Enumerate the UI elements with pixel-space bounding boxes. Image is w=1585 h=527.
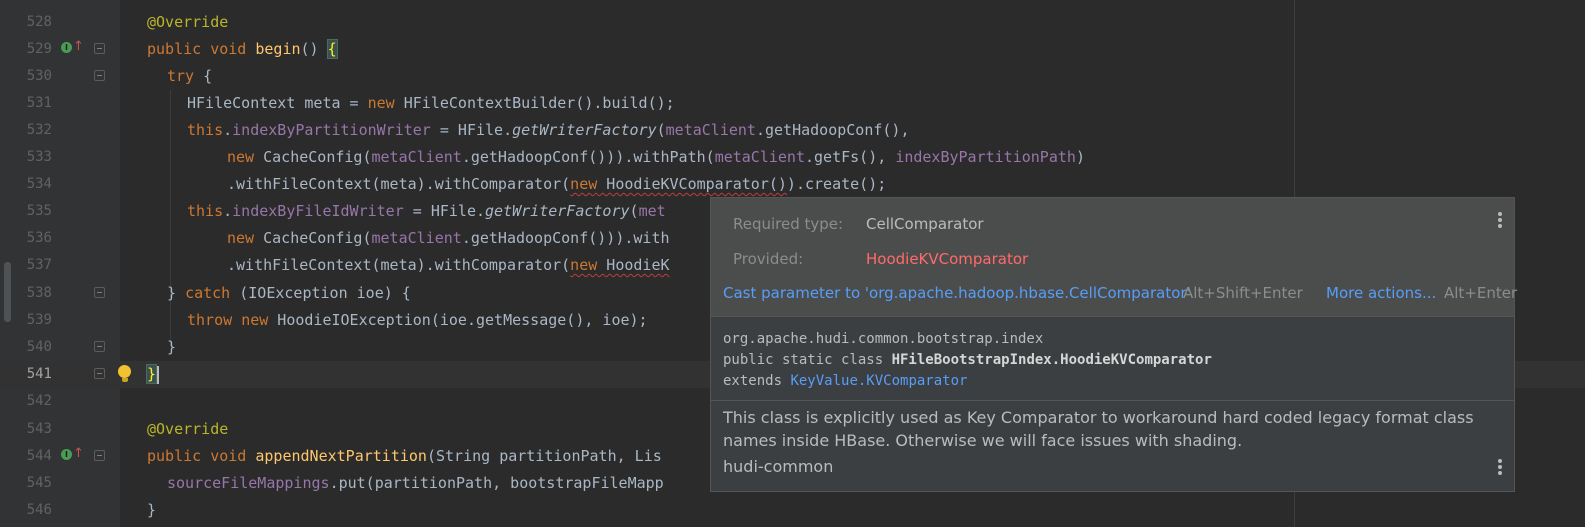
error-highlight: new HoodieK <box>570 256 670 274</box>
more-actions-link[interactable]: More actions... <box>1326 284 1436 302</box>
fold-toggle-icon[interactable] <box>94 368 105 379</box>
type-mismatch-section: Required type: CellComparator HoodieKVCo… <box>711 198 1518 317</box>
divider <box>711 400 1514 401</box>
line-number: 546 <box>26 502 52 518</box>
code-text[interactable]: this.indexByFileIdWriter = HFile.getWrit… <box>187 198 666 225</box>
more-actions-shortcut: Alt+Enter <box>1444 284 1518 302</box>
line-number: 532 <box>26 122 52 138</box>
line-number: 530 <box>26 68 52 84</box>
code-line[interactable]: 533 new CacheConfig(metaClient.getHadoop… <box>0 144 1585 171</box>
implements-method-icon[interactable]: I <box>61 449 72 460</box>
line-number: 538 <box>26 285 52 301</box>
line-number: 541 <box>26 366 52 382</box>
code-text[interactable]: public void begin() { <box>147 36 338 63</box>
line-number: 534 <box>26 176 52 192</box>
line-number: 543 <box>26 421 52 437</box>
fold-toggle-icon[interactable] <box>94 450 105 461</box>
class-name: HFileBootstrapIndex.HoodieKVComparator <box>891 352 1212 368</box>
code-line[interactable]: 546 } <box>0 497 1585 524</box>
code-text[interactable]: .withFileContext(meta).withComparator(ne… <box>227 171 886 198</box>
documentation-description: This class is explicitly used as Key Com… <box>723 408 1474 450</box>
lightbulb-intention-icon[interactable] <box>118 365 131 382</box>
required-type-value: CellComparator <box>866 215 984 233</box>
cast-shortcut: Alt+Shift+Enter <box>1183 284 1303 302</box>
override-arrow-icon[interactable]: ↑ <box>73 446 84 462</box>
fold-toggle-icon[interactable] <box>94 43 105 54</box>
code-text[interactable]: } catch (IOException ioe) { <box>167 280 411 307</box>
module-name: hudi-common <box>723 457 834 476</box>
code-text[interactable]: throw new HoodieIOException(ioe.getMessa… <box>187 307 648 334</box>
cast-parameter-action[interactable]: Cast parameter to 'org.apache.hadoop.hba… <box>723 284 1191 302</box>
documentation-signature: org.apache.hudi.common.bootstrap.index p… <box>723 331 1212 389</box>
line-number: 535 <box>26 203 52 219</box>
provided-type-label: Provided: <box>733 250 804 268</box>
provided-type-value: HoodieKVComparator <box>866 250 1029 268</box>
line-number: 539 <box>26 312 52 328</box>
fold-toggle-icon[interactable] <box>94 341 105 352</box>
code-text[interactable]: public void appendNextPartition(String p… <box>147 443 662 470</box>
doc-options-icon[interactable] <box>1498 459 1502 477</box>
line-number: 540 <box>26 339 52 355</box>
fold-toggle-icon[interactable] <box>94 287 105 298</box>
code-line[interactable]: 528 @Override <box>0 9 1585 36</box>
more-options-icon[interactable] <box>1498 212 1502 230</box>
line-number: 528 <box>26 14 52 30</box>
line-number: 542 <box>26 393 52 409</box>
line-number: 529 <box>26 41 52 57</box>
line-number: 537 <box>26 257 52 273</box>
line-number: 531 <box>26 95 52 111</box>
code-text[interactable]: sourceFileMappings.put(partitionPath, bo… <box>167 470 664 497</box>
code-line[interactable]: 532 this.indexByPartitionWriter = HFile.… <box>0 117 1585 144</box>
override-arrow-icon[interactable]: ↑ <box>73 39 84 55</box>
code-text[interactable]: this.indexByPartitionWriter = HFile.getW… <box>187 117 910 144</box>
implements-method-icon[interactable]: I <box>61 42 72 53</box>
required-type-label: Required type: <box>733 215 844 233</box>
line-number: 544 <box>26 448 52 464</box>
code-line[interactable]: 531 HFileContext meta = new HFileContext… <box>0 90 1585 117</box>
code-line[interactable]: 529 I ↑ public void begin() { <box>0 36 1585 63</box>
code-text[interactable]: @Override <box>147 416 228 443</box>
code-line[interactable]: 534 .withFileContext(meta).withComparato… <box>0 171 1585 198</box>
code-text[interactable]: } <box>145 361 160 388</box>
code-text[interactable]: new CacheConfig(metaClient.getHadoopConf… <box>227 225 670 252</box>
error-tooltip-popup[interactable]: Required type: CellComparator HoodieKVCo… <box>710 197 1518 492</box>
code-text[interactable]: } <box>167 334 176 361</box>
line-number: 533 <box>26 149 52 165</box>
code-text[interactable]: HFileContext meta = new HFileContextBuil… <box>187 90 675 117</box>
superclass-link[interactable]: KeyValue.KVComparator <box>790 373 967 389</box>
code-text[interactable]: try { <box>167 63 212 90</box>
code-line[interactable]: 530 try { <box>0 63 1585 90</box>
text-caret <box>157 365 160 384</box>
fold-toggle-icon[interactable] <box>94 70 105 81</box>
line-number: 545 <box>26 475 52 491</box>
code-text[interactable]: } <box>147 497 156 524</box>
error-highlight: new HoodieKVComparator() <box>570 175 787 193</box>
code-text[interactable]: new CacheConfig(metaClient.getHadoopConf… <box>227 144 1085 171</box>
line-number: 536 <box>26 230 52 246</box>
code-text[interactable]: @Override <box>147 9 228 36</box>
code-text[interactable]: .withFileContext(meta).withComparator(ne… <box>227 252 670 279</box>
